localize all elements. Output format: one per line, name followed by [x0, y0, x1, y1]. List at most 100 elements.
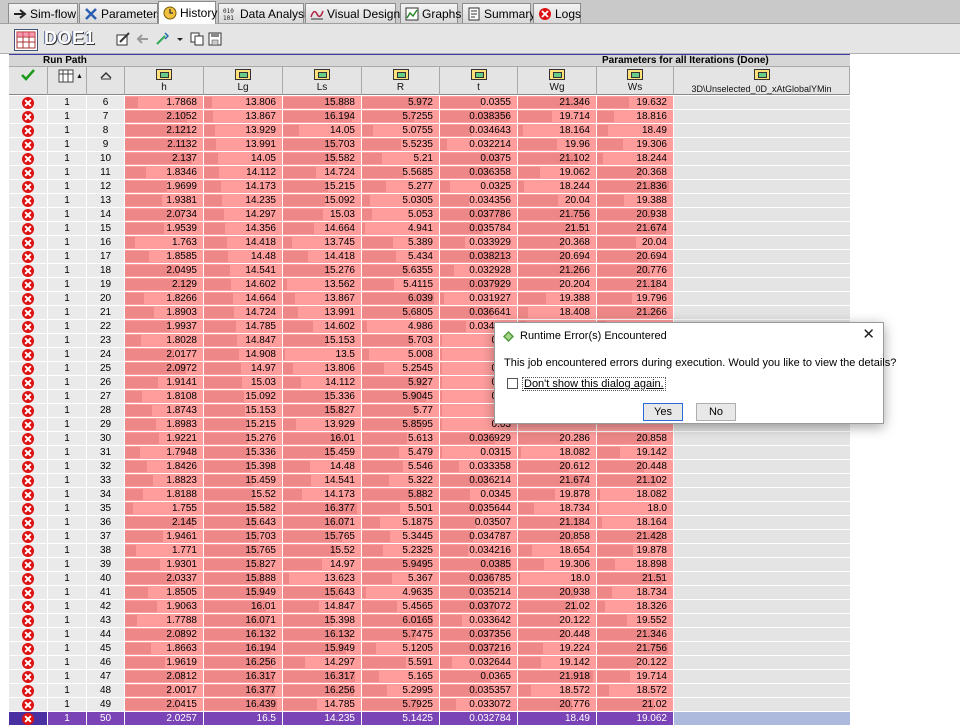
dont-show-checkbox[interactable] — [507, 378, 518, 389]
row-status[interactable] — [9, 516, 48, 529]
row-status[interactable] — [9, 390, 48, 403]
row-status[interactable] — [9, 110, 48, 123]
row-status[interactable] — [9, 334, 48, 347]
run-column-header[interactable]: ▲ — [48, 67, 87, 95]
row-status[interactable] — [9, 502, 48, 515]
row-status[interactable] — [9, 698, 48, 711]
row-status[interactable] — [9, 348, 48, 361]
tab-data-analysis[interactable]: 010 101 Data Analysis — [218, 3, 313, 23]
table-row[interactable]: 1 50 2.0257 16.5 14.235 5.1425 0.032784 18.49 19… — [9, 712, 850, 726]
edit-icon[interactable] — [116, 32, 130, 46]
table-row[interactable]: 1 44 2.0892 16.132 16.132 5.7475 0.037356 20.44… — [9, 628, 850, 642]
row-status[interactable] — [9, 208, 48, 221]
row-status[interactable] — [9, 96, 48, 109]
tab-graphs[interactable]: Graphs — [400, 3, 461, 23]
row-status[interactable] — [9, 572, 48, 585]
tab-sim-flow[interactable]: Sim-flow — [8, 3, 78, 23]
tab-logs[interactable]: Logs — [533, 3, 581, 23]
row-status[interactable] — [9, 124, 48, 137]
row-status[interactable] — [9, 614, 48, 627]
row-status[interactable] — [9, 642, 48, 655]
table-row[interactable]: 1 41 1.8505 15.949 15.643 4.9635 0.035214 20.93… — [9, 586, 850, 600]
row-status[interactable] — [9, 712, 48, 725]
row-status[interactable] — [9, 586, 48, 599]
table-row[interactable]: 1 47 2.0812 16.317 16.317 5.165 0.0365 21.918 19… — [9, 670, 850, 684]
row-status[interactable] — [9, 376, 48, 389]
tab-summary[interactable]: Summary — [462, 3, 535, 23]
table-row[interactable]: 1 16 1.763 14.418 13.745 5.389 0.033929 20.368 2… — [9, 236, 850, 250]
row-status[interactable] — [9, 320, 48, 333]
table-row[interactable]: 1 9 2.1132 13.991 15.703 5.5235 0.032214 19.96 1… — [9, 138, 850, 152]
table-row[interactable]: 1 32 1.8426 15.398 14.48 5.546 0.033358 20.612 2… — [9, 460, 850, 474]
table-row[interactable]: 1 34 1.8188 15.52 14.173 5.882 0.0345 19.878 18.… — [9, 488, 850, 502]
yes-button[interactable]: Yes — [643, 403, 683, 421]
row-status[interactable] — [9, 474, 48, 487]
row-status[interactable] — [9, 628, 48, 641]
table-row[interactable]: 1 49 2.0415 16.439 14.785 5.7925 0.033072 20.77… — [9, 698, 850, 712]
row-status[interactable] — [9, 460, 48, 473]
table-row[interactable]: 1 21 1.8903 14.724 13.991 5.6805 0.036641 18.40… — [9, 306, 850, 320]
row-status[interactable] — [9, 558, 48, 571]
tab-parameters[interactable]: Parameters — [79, 3, 163, 23]
column-header-ls[interactable]: Ls — [283, 67, 362, 95]
row-status[interactable] — [9, 306, 48, 319]
row-status[interactable] — [9, 250, 48, 263]
table-row[interactable]: 1 10 2.137 14.05 15.582 5.21 0.0375 21.102 18.24… — [9, 152, 850, 166]
table-row[interactable]: 1 15 1.9539 14.356 14.664 4.941 0.035784 21.51 2… — [9, 222, 850, 236]
table-row[interactable]: 1 37 1.9461 15.703 15.765 5.3445 0.034787 20.85… — [9, 530, 850, 544]
column-header-ws[interactable]: Ws — [597, 67, 674, 95]
table-row[interactable]: 1 38 1.771 15.765 15.52 5.2325 0.034216 18.654 1… — [9, 544, 850, 558]
column-header-xatglobalymin[interactable]: 3D\Unselected_0D_xAtGlobalYMin — [674, 67, 850, 95]
copy-icon[interactable] — [190, 32, 204, 46]
row-status[interactable] — [9, 488, 48, 501]
row-status[interactable] — [9, 432, 48, 445]
table-row[interactable]: 1 45 1.8663 16.194 15.949 5.1205 0.037216 19.22… — [9, 642, 850, 656]
row-status[interactable] — [9, 194, 48, 207]
row-status[interactable] — [9, 138, 48, 151]
save-icon[interactable] — [208, 32, 222, 46]
dont-show-label[interactable]: Don't show this dialog again. — [522, 377, 666, 391]
row-status[interactable] — [9, 404, 48, 417]
close-icon[interactable]: ✕ — [862, 327, 875, 342]
table-row[interactable]: 1 48 2.0017 16.377 16.256 5.2995 0.035357 18.57… — [9, 684, 850, 698]
table-row[interactable]: 1 6 1.7868 13.806 15.888 5.972 0.0355 21.346 19.… — [9, 96, 850, 110]
status-column-header[interactable] — [9, 67, 48, 95]
row-status[interactable] — [9, 418, 48, 431]
table-row[interactable]: 1 11 1.8346 14.112 14.724 5.5685 0.036358 19.06… — [9, 166, 850, 180]
table-row[interactable]: 1 46 1.9619 16.256 14.297 5.591 0.032644 19.142… — [9, 656, 850, 670]
column-header-r[interactable]: R — [362, 67, 440, 95]
iteration-column-header[interactable] — [87, 67, 125, 95]
no-button[interactable]: No — [696, 403, 736, 421]
table-row[interactable]: 1 30 1.9221 15.276 16.01 5.613 0.036929 20.286 2… — [9, 432, 850, 446]
table-row[interactable]: 1 43 1.7788 16.071 15.398 6.0165 0.033642 20.12… — [9, 614, 850, 628]
row-status[interactable] — [9, 278, 48, 291]
row-status[interactable] — [9, 530, 48, 543]
row-status[interactable] — [9, 166, 48, 179]
table-row[interactable]: 1 33 1.8823 15.459 14.541 5.322 0.036214 21.674… — [9, 474, 850, 488]
column-header-t[interactable]: t — [440, 67, 518, 95]
table-row[interactable]: 1 39 1.9301 15.827 14.97 5.9495 0.0385 19.306 18… — [9, 558, 850, 572]
tab-history[interactable]: History — [158, 1, 217, 24]
run-wand-icon[interactable] — [155, 32, 170, 46]
column-header-wg[interactable]: Wg — [518, 67, 597, 95]
table-row[interactable]: 1 20 1.8266 14.664 13.867 6.039 0.031927 19.388… — [9, 292, 850, 306]
chevron-down-icon[interactable] — [176, 32, 184, 46]
column-header-h[interactable]: h — [125, 67, 204, 95]
table-row[interactable]: 1 18 2.0495 14.541 15.276 5.6355 0.032928 21.26… — [9, 264, 850, 278]
row-status[interactable] — [9, 152, 48, 165]
tab-visual-design[interactable]: Visual Design — [305, 3, 400, 23]
row-status[interactable] — [9, 292, 48, 305]
row-status[interactable] — [9, 544, 48, 557]
table-row[interactable]: 1 17 1.8585 14.48 14.418 5.434 0.038213 20.694 2… — [9, 250, 850, 264]
table-row[interactable]: 1 13 1.9381 14.235 15.092 5.0305 0.034356 20.04… — [9, 194, 850, 208]
row-status[interactable] — [9, 600, 48, 613]
row-status[interactable] — [9, 684, 48, 697]
row-status[interactable] — [9, 236, 48, 249]
row-status[interactable] — [9, 670, 48, 683]
table-row[interactable]: 1 35 1.755 15.582 16.377 5.501 0.035644 18.734 1… — [9, 502, 850, 516]
row-status[interactable] — [9, 362, 48, 375]
row-status[interactable] — [9, 264, 48, 277]
table-row[interactable]: 1 36 2.145 15.643 16.071 5.1875 0.03507 21.184 1… — [9, 516, 850, 530]
row-status[interactable] — [9, 446, 48, 459]
table-row[interactable]: 1 40 2.0337 15.888 13.623 5.367 0.036785 18.0 21… — [9, 572, 850, 586]
